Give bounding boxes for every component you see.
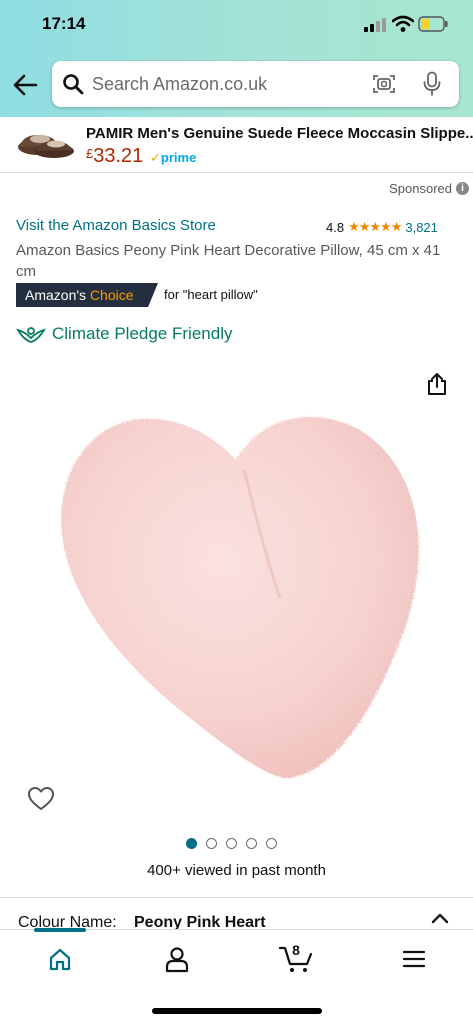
battery-icon [418, 16, 448, 32]
prime-check-icon: ✓ [150, 150, 161, 165]
home-tab-icon[interactable] [40, 944, 80, 974]
image-pagination[interactable] [186, 838, 277, 849]
badge-keyword: for "heart pillow" [164, 287, 258, 302]
chevron-up-icon[interactable] [430, 910, 450, 926]
sponsored-ad-banner[interactable]: PAMIR Men's Genuine Suede Fleece Moccasi… [0, 117, 473, 173]
rating[interactable]: 4.8 ★★★★★ 3,821 [326, 219, 438, 235]
climate-label: Climate Pledge Friendly [52, 324, 233, 343]
home-indicator [152, 1008, 322, 1014]
pagination-dot[interactable] [226, 838, 237, 849]
sponsored-text: Sponsored [389, 181, 452, 196]
share-icon[interactable] [426, 372, 448, 396]
sponsored-label[interactable]: Sponsored i [389, 181, 469, 196]
star-rating-icon: ★★★★★ [348, 219, 402, 234]
bottom-tab-bar: 8 [0, 928, 473, 1023]
menu-tab-icon[interactable] [394, 944, 434, 974]
prime-badge: ✓prime [150, 150, 196, 166]
account-tab-icon[interactable] [157, 944, 197, 974]
header: 17:14 [0, 0, 473, 117]
viewed-count: 400+ viewed in past month [147, 862, 326, 879]
camera-search-icon[interactable] [372, 73, 396, 95]
info-icon[interactable]: i [456, 182, 469, 195]
badge-prefix: Amazon's [25, 287, 87, 303]
wifi-icon [392, 15, 414, 32]
search-icon [63, 74, 84, 95]
rating-count[interactable]: 3,821 [405, 220, 438, 235]
search-bar[interactable] [52, 61, 459, 107]
active-tab-indicator [34, 928, 86, 932]
store-link[interactable]: Visit the Amazon Basics Store [16, 217, 216, 234]
climate-pledge-icon [16, 327, 46, 343]
signal-icon [364, 18, 386, 32]
back-arrow-icon[interactable] [12, 72, 38, 98]
microphone-icon[interactable] [422, 71, 442, 97]
slipper-image [18, 135, 74, 158]
pagination-dot[interactable] [186, 838, 197, 849]
search-input[interactable] [92, 69, 362, 99]
amazons-choice-badge: Amazon's Choice [16, 283, 158, 307]
pagination-dot[interactable] [266, 838, 277, 849]
product-title: Amazon Basics Peony Pink Heart Decorativ… [16, 242, 441, 280]
cart-tab[interactable]: 8 [276, 942, 316, 974]
cart-icon [278, 946, 313, 972]
status-time: 17:14 [42, 14, 86, 33]
prime-label: prime [160, 150, 197, 165]
badge-choice: Choice [89, 287, 134, 303]
divider [0, 897, 473, 898]
pagination-dot[interactable] [246, 838, 257, 849]
product-image[interactable] [40, 398, 432, 790]
wishlist-heart-icon[interactable] [27, 786, 55, 812]
ad-title[interactable]: PAMIR Men's Genuine Suede Fleece Moccasi… [86, 125, 473, 142]
rating-value: 4.8 [326, 219, 345, 235]
ad-price: £33.21 [86, 145, 143, 168]
price-value: 33.21 [93, 145, 144, 167]
climate-pledge-friendly[interactable]: Climate Pledge Friendly [16, 324, 232, 344]
pagination-dot[interactable] [206, 838, 217, 849]
